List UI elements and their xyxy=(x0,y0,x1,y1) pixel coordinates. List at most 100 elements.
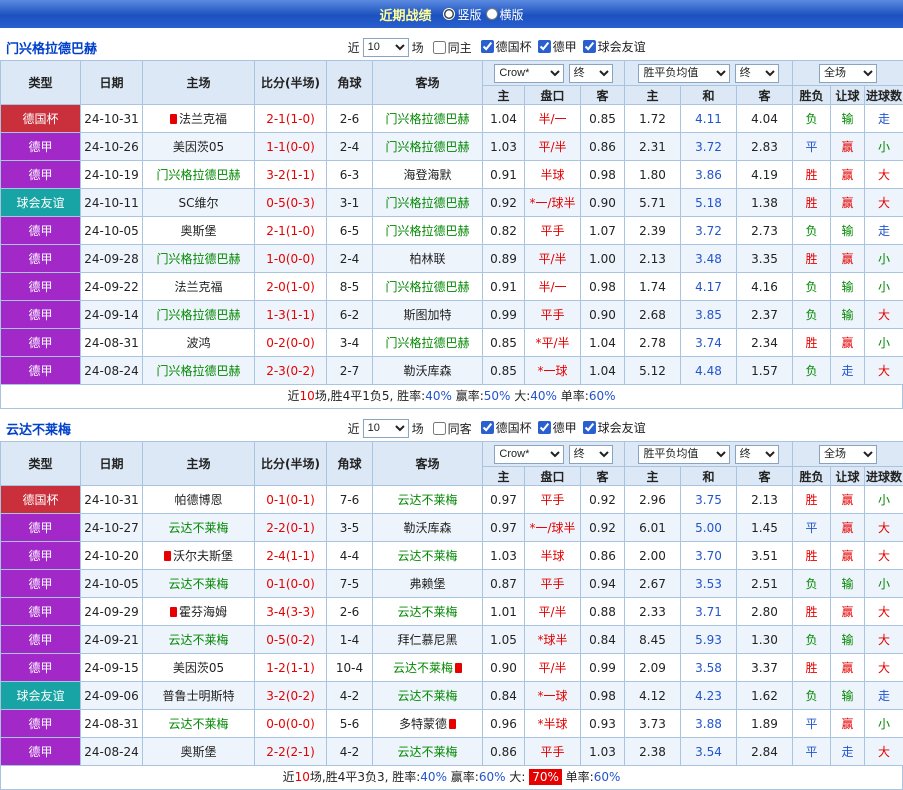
summary-segment: 赢率: xyxy=(447,770,479,784)
euro-draw-odds: 5.18 xyxy=(681,189,737,217)
match-row: 球会友谊24-10-11SC维尔0-5(0-3)3-1门兴格拉德巴赫0.92*一… xyxy=(1,189,903,217)
team-name: 门兴格拉德巴赫 xyxy=(156,168,240,182)
same-venue-checkbox[interactable] xyxy=(433,41,446,54)
handicap-result: 赢 xyxy=(831,542,865,570)
euro-away-odds: 4.04 xyxy=(737,105,793,133)
euro-away-odds: 1.62 xyxy=(737,682,793,710)
corner-count: 3-5 xyxy=(327,514,373,542)
euro-away-odds: 2.34 xyxy=(737,329,793,357)
league-filter-option: 德甲 xyxy=(538,38,577,55)
league-checkbox[interactable] xyxy=(538,421,551,434)
league-checkbox[interactable] xyxy=(481,40,494,53)
match-score: 2-3(0-2) xyxy=(255,357,327,385)
col-type: 类型 xyxy=(1,442,81,486)
result: 胜 xyxy=(793,654,831,682)
europe-stage-select[interactable]: 终 xyxy=(735,64,779,83)
summary-segment: 40% xyxy=(420,770,447,784)
handicap-result: 输 xyxy=(831,217,865,245)
col-euro-draw: 和 xyxy=(681,467,737,486)
away-team: 多特蒙德 xyxy=(373,710,483,738)
euro-away-odds: 4.16 xyxy=(737,273,793,301)
match-row: 德甲24-09-14门兴格拉德巴赫1-3(1-1)6-2斯图加特0.99平手0.… xyxy=(1,301,903,329)
europe-mean-select[interactable]: 胜平负均值 xyxy=(638,64,730,83)
matches-table: 类型 日期 主场 比分(半场) 角球 客场 Crow* 终 胜平负均值 终 xyxy=(0,60,903,385)
league-checkbox[interactable] xyxy=(538,40,551,53)
match-type: 德国杯 xyxy=(1,105,81,133)
summary-segment: 单率: xyxy=(562,770,594,784)
match-count-select[interactable]: 10 xyxy=(363,419,409,438)
result: 负 xyxy=(793,301,831,329)
league-filter-option: 球会友谊 xyxy=(583,38,646,55)
team-name: 法兰克福 xyxy=(174,280,222,294)
team-name: 门兴格拉德巴赫 xyxy=(385,336,469,350)
summary-segment: 50% xyxy=(484,389,511,403)
same-venue-checkbox[interactable] xyxy=(433,422,446,435)
period-select[interactable]: 全场 xyxy=(819,445,877,464)
match-date: 24-10-27 xyxy=(81,514,143,542)
summary-segment: 60% xyxy=(589,389,616,403)
league-checkbox[interactable] xyxy=(481,421,494,434)
asia-handicap: 平/半 xyxy=(525,598,581,626)
asia-home-odds: 0.99 xyxy=(483,301,525,329)
league-checkbox[interactable] xyxy=(583,421,596,434)
summary-segment: 大: xyxy=(506,770,530,784)
asia-away-odds: 0.90 xyxy=(581,189,625,217)
match-row: 德甲24-10-05云达不莱梅0-1(0-0)7-5弗赖堡0.87平手0.942… xyxy=(1,570,903,598)
red-card-icon xyxy=(449,719,456,729)
match-row: 球会友谊24-09-06普鲁士明斯特3-2(0-2)4-2云达不莱梅0.84*一… xyxy=(1,682,903,710)
match-score: 2-1(1-0) xyxy=(255,105,327,133)
euro-away-odds: 1.30 xyxy=(737,626,793,654)
match-score: 1-0(0-0) xyxy=(255,245,327,273)
result: 胜 xyxy=(793,189,831,217)
europe-stage-select[interactable]: 终 xyxy=(735,445,779,464)
vertical-layout-radio[interactable] xyxy=(443,8,455,20)
away-team: 弗赖堡 xyxy=(373,570,483,598)
asia-handicap: 平手 xyxy=(525,738,581,766)
horizontal-layout-radio[interactable] xyxy=(486,8,498,20)
asia-stage-select[interactable]: 终 xyxy=(569,445,613,464)
period-select[interactable]: 全场 xyxy=(819,64,877,83)
asia-away-odds: 0.93 xyxy=(581,710,625,738)
match-row: 德甲24-10-20沃尔夫斯堡2-4(1-1)4-4云达不莱梅1.03半球0.8… xyxy=(1,542,903,570)
same-venue-option: 同主 xyxy=(433,39,472,56)
match-type: 德甲 xyxy=(1,273,81,301)
col-date: 日期 xyxy=(81,61,143,105)
team-name: 门兴格拉德巴赫 xyxy=(385,280,469,294)
odds-company-select[interactable]: Crow* xyxy=(494,445,564,464)
league-checkbox[interactable] xyxy=(583,40,596,53)
goals-result: 大 xyxy=(865,626,903,654)
euro-draw-odds: 3.88 xyxy=(681,710,737,738)
corner-count: 2-4 xyxy=(327,245,373,273)
summary-segment: 大: xyxy=(510,389,530,403)
match-date: 24-10-20 xyxy=(81,542,143,570)
match-date: 24-09-06 xyxy=(81,682,143,710)
match-row: 德甲24-08-24门兴格拉德巴赫2-3(0-2)2-7勒沃库森0.85*一球1… xyxy=(1,357,903,385)
match-date: 24-08-24 xyxy=(81,357,143,385)
handicap-result: 输 xyxy=(831,626,865,654)
team-name: 柏林联 xyxy=(409,252,445,266)
team-name: 云达不莱梅 xyxy=(397,745,457,759)
match-date: 24-08-31 xyxy=(81,329,143,357)
europe-odds-header: 胜平负均值 终 xyxy=(625,61,793,86)
asia-handicap: *球半 xyxy=(525,626,581,654)
corner-count: 3-1 xyxy=(327,189,373,217)
asia-away-odds: 0.90 xyxy=(581,301,625,329)
handicap-result: 赢 xyxy=(831,710,865,738)
away-team: 勒沃库森 xyxy=(373,514,483,542)
team-name: 海登海默 xyxy=(403,168,451,182)
team-name: 斯图加特 xyxy=(403,308,451,322)
same-venue-label: 同主 xyxy=(448,39,472,56)
away-team: 柏林联 xyxy=(373,245,483,273)
team-name: 拜仁慕尼黑 xyxy=(397,633,457,647)
match-type: 德甲 xyxy=(1,570,81,598)
asia-stage-select[interactable]: 终 xyxy=(569,64,613,83)
euro-home-odds: 2.96 xyxy=(625,486,681,514)
euro-home-odds: 2.68 xyxy=(625,301,681,329)
match-count-select[interactable]: 10 xyxy=(363,38,409,57)
col-score: 比分(半场) xyxy=(255,442,327,486)
asia-home-odds: 1.05 xyxy=(483,626,525,654)
odds-company-select[interactable]: Crow* xyxy=(494,64,564,83)
europe-mean-select[interactable]: 胜平负均值 xyxy=(638,445,730,464)
euro-home-odds: 2.78 xyxy=(625,329,681,357)
asia-handicap: 半/一 xyxy=(525,273,581,301)
